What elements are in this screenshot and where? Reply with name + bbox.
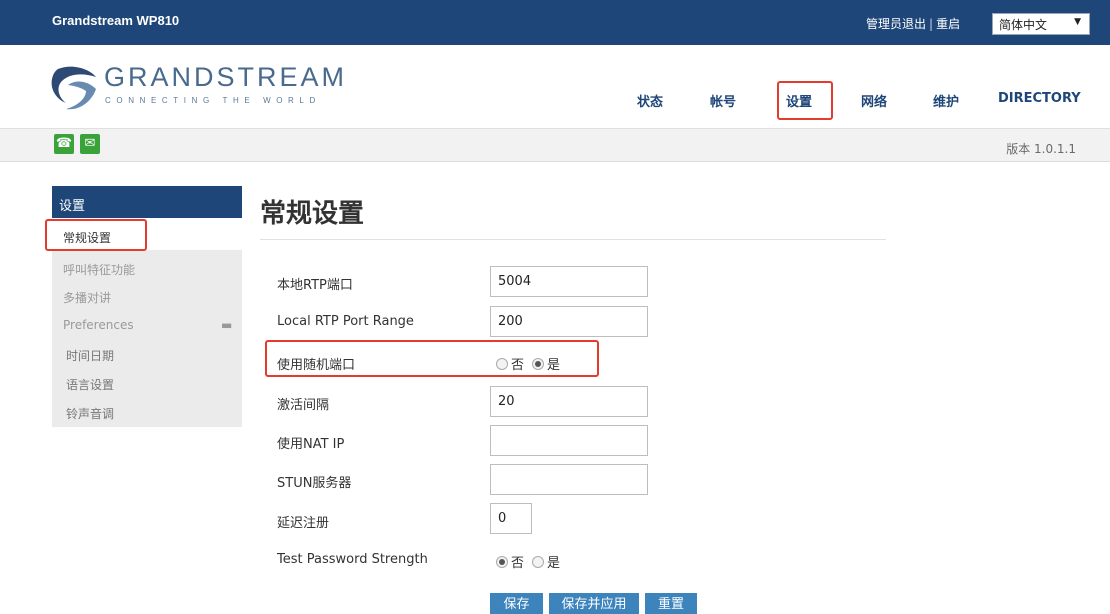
title-divider [260,239,886,240]
top-bar: Grandstream WP810 管理员退出 | 重启 简体中文 ▼ [0,0,1110,45]
save-button[interactable]: 保存 [490,593,543,614]
local-rtp-port-input[interactable]: 5004 [490,266,648,297]
nav-directory[interactable]: DIRECTORY [998,91,1081,106]
page-title: 常规设置 [260,199,365,229]
delay-register-input[interactable]: 0 [490,503,532,534]
reboot-link[interactable]: 重启 [936,17,960,31]
version-label: 版本 1.0.1.1 [1006,142,1076,156]
password-strength-yes-radio[interactable] [532,555,545,568]
product-name: Grandstream WP810 [52,13,180,28]
keepalive-input[interactable]: 20 [490,386,648,417]
link-separator: | [929,17,934,31]
sidebar-item-call-features[interactable]: 呼叫特征功能 [63,261,135,278]
password-strength-yes-label: 是 [547,556,561,571]
random-port-highlight [265,340,599,377]
sidebar-item-ringtone[interactable]: 铃声音调 [66,405,114,422]
nav-status[interactable]: 状态 [637,91,663,110]
nav-network[interactable]: 网络 [861,91,887,110]
local-rtp-port-label: 本地RTP端口 [277,278,353,293]
password-strength-no-label: 否 [511,556,525,571]
sidebar-item-label: Preferences [63,318,134,332]
sidebar-item-preferences[interactable]: Preferences ▬ [63,318,232,332]
rtp-port-range-input[interactable]: 200 [490,306,648,337]
nav-account[interactable]: 帐号 [710,91,736,110]
password-strength-no-radio[interactable] [496,555,508,568]
nat-ip-label: 使用NAT IP [277,437,345,452]
password-strength-radio-group: 否 是 [496,552,565,571]
nat-ip-input[interactable] [490,425,648,456]
save-apply-button[interactable]: 保存并应用 [549,593,639,614]
language-select[interactable]: 简体中文 ▼ [992,13,1090,35]
logout-link[interactable]: 管理员退出 [866,17,926,31]
header: GRANDSTREAM CONNECTING THE WORLD 状态 帐号 设… [0,45,1110,128]
sidebar-item-multicast[interactable]: 多播对讲 [63,289,111,306]
sidebar-title: 设置 [52,186,242,218]
collapse-icon[interactable]: ▬ [221,318,232,332]
logo-tagline: CONNECTING THE WORLD [105,96,321,105]
delay-register-label: 延迟注册 [277,516,330,531]
stun-server-label: STUN服务器 [277,476,352,491]
reset-button[interactable]: 重置 [645,593,697,614]
rtp-port-range-label: Local RTP Port Range [277,314,414,329]
nav-maintenance[interactable]: 维护 [933,91,959,110]
stun-server-input[interactable] [490,464,648,495]
sidebar-item-language[interactable]: 语言设置 [66,376,114,393]
toolbar: ☎ ✉ 版本 1.0.1.1 [0,128,1110,162]
contact-icon[interactable]: ✉ [80,134,100,154]
sidebar-item-date-time[interactable]: 时间日期 [66,347,114,364]
nav-settings-highlight [777,81,833,120]
top-links: 管理员退出 | 重启 [866,15,960,32]
password-strength-label: Test Password Strength [277,552,428,567]
phone-icon[interactable]: ☎ [54,134,74,154]
keepalive-label: 激活间隔 [277,398,330,413]
chevron-down-icon: ▼ [1074,17,1081,27]
language-value: 简体中文 [999,18,1048,32]
grandstream-logo-icon [51,66,96,110]
logo-wordmark: GRANDSTREAM [104,62,348,92]
sidebar-highlight [45,219,147,251]
